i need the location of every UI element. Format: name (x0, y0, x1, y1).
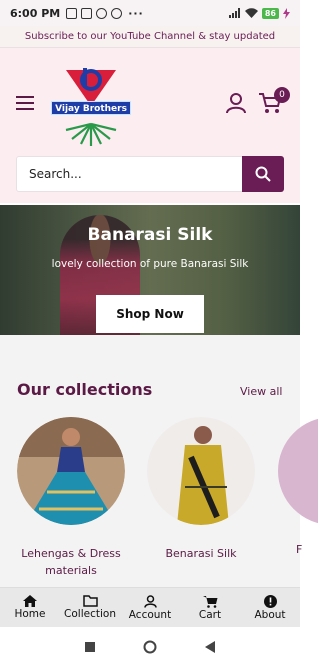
menu-icon[interactable] (16, 96, 34, 110)
battery-icon: 86 (261, 7, 279, 19)
site-header: Vijay Brothers (0, 48, 300, 203)
nav-collection[interactable]: Collection (60, 588, 120, 627)
status-right: 86 (228, 7, 290, 19)
info-icon (263, 594, 277, 608)
wifi-icon (244, 8, 258, 18)
collection-image (278, 418, 318, 524)
collection-item-benarasi-silk[interactable]: Benarasi Silk (146, 417, 256, 562)
collection-image (147, 417, 255, 525)
record-icon (111, 7, 123, 19)
collections-section: Our collections View all Lehengas & Dres… (0, 335, 318, 587)
charging-icon (283, 7, 290, 19)
nav-about[interactable]: About (240, 588, 300, 627)
shop-now-button[interactable]: Shop Now (96, 295, 204, 333)
recents-button[interactable] (85, 642, 95, 652)
announcement-bar[interactable]: Subscribe to our YouTube Channel & stay … (0, 26, 300, 48)
notification-icons: ··· (66, 7, 144, 20)
collections-title: Our collections (17, 380, 153, 399)
status-bar: 6:00 PM ··· 86 (0, 0, 300, 26)
hero-subtitle: lovely collection of pure Banarasi Silk (51, 258, 249, 270)
hero-title: Banarasi Silk (87, 225, 213, 245)
cart-icon (202, 595, 217, 608)
search-button[interactable] (242, 156, 284, 192)
home-button[interactable] (143, 640, 157, 654)
sync-icon (96, 7, 108, 19)
nav-account[interactable]: Account (120, 588, 180, 627)
status-time: 6:00 PM (10, 6, 61, 20)
collection-image (17, 417, 125, 525)
system-navigation-bar (0, 627, 300, 667)
folder-icon (82, 595, 98, 607)
logo-text: Vijay Brothers (51, 101, 131, 115)
collection-item-lehengas[interactable]: Lehengas & Dress materials (16, 417, 126, 579)
nav-cart[interactable]: Cart (180, 588, 240, 627)
back-button[interactable] (205, 641, 215, 653)
home-icon (23, 595, 37, 607)
view-all-link[interactable]: View all (240, 385, 282, 398)
announcement-text: Subscribe to our YouTube Channel & stay … (24, 31, 276, 42)
bottom-navigation: Home Collection Account Cart About (0, 587, 300, 627)
hero-banner: Banarasi Silk lovely collection of pure … (0, 205, 300, 335)
user-icon (143, 594, 157, 608)
message-icon (66, 7, 78, 19)
collection-label: Lehengas & Dress materials (21, 547, 121, 577)
collection-label: F (296, 543, 303, 556)
more-notifications-icon: ··· (128, 6, 144, 20)
search-input[interactable] (17, 157, 242, 191)
search-icon (255, 166, 271, 182)
search-bar (16, 156, 284, 192)
collection-item-partial[interactable]: F (278, 417, 318, 558)
signal-icon (228, 8, 240, 18)
cart-count-badge: 0 (274, 87, 290, 103)
mail-icon (81, 7, 93, 19)
account-icon[interactable] (226, 92, 246, 114)
collection-label: Benarasi Silk (165, 547, 237, 560)
nav-home[interactable]: Home (0, 588, 60, 627)
